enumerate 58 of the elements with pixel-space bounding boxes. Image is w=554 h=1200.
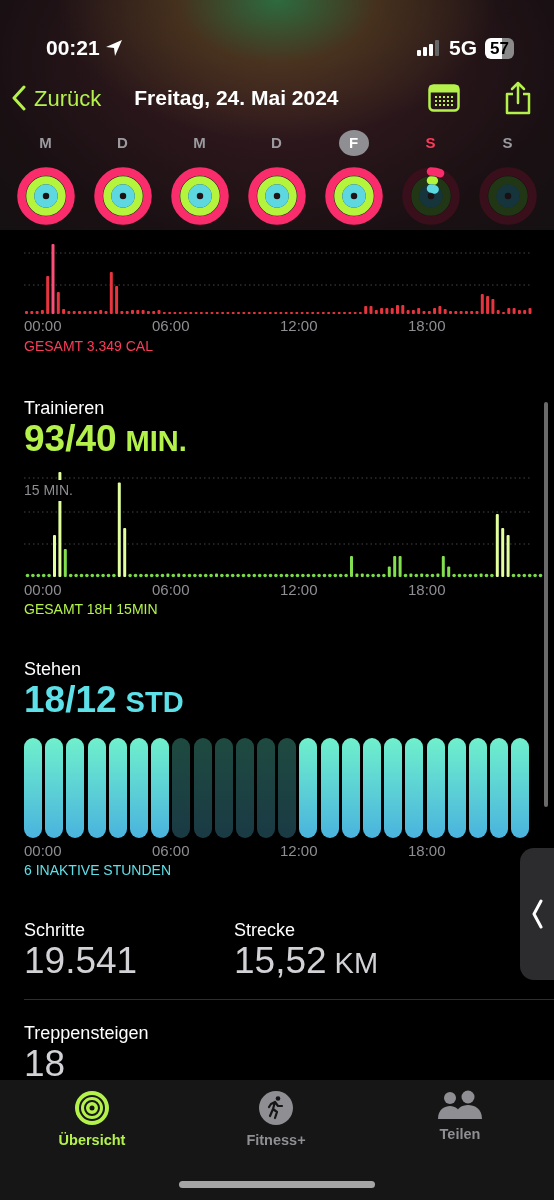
stand-ring-track (495, 184, 520, 208)
axis-label: 15 MIN. (24, 479, 75, 501)
time-axis-label: 06:00 (152, 316, 191, 336)
tab-item[interactable]: Teilen (368, 1080, 552, 1200)
time-axis-label: 00:00 (24, 316, 63, 336)
time-axis-label: 06:00 (152, 579, 191, 600)
time-axis-label: 00:00 (24, 579, 63, 600)
stat-unit: KM (334, 946, 379, 981)
exercise-value: 93/40 (24, 419, 117, 459)
calendar-icon (428, 84, 460, 112)
time-axis-label: 18:00 (408, 316, 447, 336)
stat-label: Treppensteigen (24, 1022, 150, 1044)
network-label: 5G (449, 35, 478, 62)
day-label[interactable]: S (492, 130, 523, 156)
time-axis-label: 12:00 (280, 316, 319, 336)
rings-icon (74, 1090, 110, 1126)
stat-label: Strecke (234, 919, 297, 941)
day-label[interactable]: M (184, 130, 215, 156)
signal-icon (417, 40, 442, 56)
stat-value: 19.541 (24, 941, 138, 981)
side-panel-handle[interactable] (520, 848, 554, 980)
stand-unit: STD (125, 684, 184, 720)
chevron-left-icon (12, 85, 26, 111)
status-time: 00:21 (46, 35, 100, 62)
time-axis-label: 12:00 (280, 579, 319, 600)
exercise-total: GESAMT 18H 15MIN (23, 599, 159, 618)
day-label[interactable]: D (261, 130, 292, 156)
time-axis-label: 12:00 (280, 841, 319, 861)
back-button[interactable]: Zurück (12, 81, 102, 115)
stand-title: Stehen (24, 657, 83, 680)
time-axis-label: 18:00 (408, 841, 447, 861)
location-arrow-icon (104, 39, 123, 57)
day-label[interactable]: M (30, 130, 61, 156)
tab-item[interactable]: Übersicht (0, 1080, 184, 1200)
time-axis-label: 06:00 (152, 841, 191, 861)
move-total: GESAMT 3.349 CAL (23, 337, 154, 355)
runner-icon (258, 1090, 294, 1126)
stand-value: 18/12 (24, 679, 117, 720)
page-title: Freitag, 24. Mai 2024 (134, 85, 339, 112)
time-axis-label: 00:00 (24, 841, 63, 861)
move-ring-track (478, 167, 537, 225)
chevron-left-icon (531, 899, 543, 929)
stand-summary: 6 INAKTIVE STUNDEN (23, 861, 173, 879)
exercise-unit: MIN. (125, 424, 187, 459)
day-label[interactable]: D (107, 130, 138, 156)
stat-label: Schritte (24, 919, 87, 941)
exercise-ring-track (487, 176, 528, 216)
day-label[interactable]: S (415, 130, 446, 156)
time-axis-label: 18:00 (408, 579, 447, 600)
share-button[interactable] (504, 81, 532, 115)
stat-value: 18 (24, 1044, 67, 1080)
people-icon (437, 1090, 483, 1120)
share-icon (504, 81, 532, 115)
day-label[interactable]: F (338, 130, 369, 156)
battery-indicator: 57 (485, 37, 514, 59)
calendar-button[interactable] (428, 84, 460, 112)
stat-value: 15,52 (234, 941, 327, 981)
exercise-title: Trainieren (24, 397, 106, 419)
